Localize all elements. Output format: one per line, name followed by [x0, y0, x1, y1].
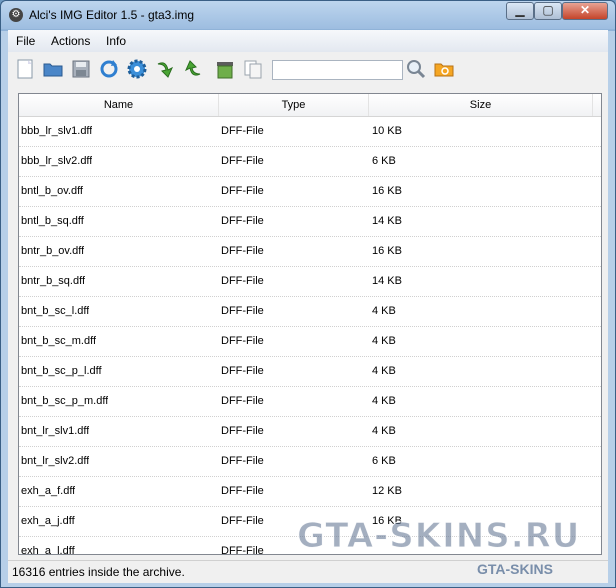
row-name: bnt_lr_slv2.dff: [21, 455, 90, 467]
list-row[interactable]: bntr_b_ov.dff DFF-File 16 KB: [19, 237, 601, 267]
refresh-icon[interactable]: [98, 58, 120, 80]
row-name: bntr_b_ov.dff: [21, 245, 85, 257]
row-type: DFF-File: [221, 275, 264, 287]
toolbar: [8, 52, 608, 86]
window-title: Alci's IMG Editor 1.5 - gta3.img: [29, 8, 195, 22]
row-name: bnt_b_sc_m.dff: [21, 335, 97, 347]
file-list[interactable]: Name Type Size bbb_lr_slv1.dff DFF-File 10…: [18, 93, 602, 555]
status-text: 16316 entries inside the archive.: [12, 565, 185, 579]
list-row[interactable]: bnt_b_sc_p_m.dff DFF-File 4 KB: [19, 387, 601, 417]
row-type: DFF-File: [221, 215, 264, 227]
list-row[interactable]: bnt_b_sc_l.dff DFF-File 4 KB: [19, 297, 601, 327]
list-row[interactable]: exh_a_f.dff DFF-File 12 KB: [19, 477, 601, 507]
row-name: bntl_b_sq.dff: [21, 215, 84, 227]
row-size: 4 KB: [372, 335, 396, 347]
row-size: 6 KB: [372, 455, 396, 467]
row-name: bnt_b_sc_p_m.dff: [21, 395, 109, 407]
column-header-size[interactable]: Size: [369, 94, 593, 116]
row-size: 6 KB: [372, 155, 396, 167]
row-size: 4 KB: [372, 365, 396, 377]
open-folder-icon[interactable]: [42, 58, 64, 80]
row-type: DFF-File: [221, 515, 264, 527]
save-icon[interactable]: [70, 58, 92, 80]
row-name: bnt_b_sc_p_l.dff: [21, 365, 102, 377]
list-row[interactable]: bbb_lr_slv2.dff DFF-File 6 KB: [19, 147, 601, 177]
row-type: DFF-File: [221, 365, 264, 377]
delete-bin-icon[interactable]: [214, 58, 236, 80]
row-name: bbb_lr_slv2.dff: [21, 155, 93, 167]
search-magnifier-icon[interactable]: [405, 58, 427, 80]
close-button[interactable]: ✕: [562, 2, 608, 20]
list-row[interactable]: bnt_b_sc_m.dff DFF-File 4 KB: [19, 327, 601, 357]
row-name: bntl_b_ov.dff: [21, 185, 83, 197]
list-row[interactable]: bntr_b_sq.dff DFF-File 14 KB: [19, 267, 601, 297]
find-folder-icon[interactable]: [433, 58, 455, 80]
row-size: 14 KB: [372, 275, 402, 287]
minimize-button[interactable]: ▁: [506, 2, 534, 20]
list-row[interactable]: bnt_b_sc_p_l.dff DFF-File 4 KB: [19, 357, 601, 387]
row-type: DFF-File: [221, 455, 264, 467]
row-name: bnt_b_sc_l.dff: [21, 305, 90, 317]
row-name: bbb_lr_slv1.dff: [21, 125, 93, 137]
export-arrow-icon[interactable]: [182, 58, 204, 80]
row-name: exh_a_j.dff: [21, 515, 75, 527]
row-type: DFF-File: [221, 125, 264, 137]
row-type: DFF-File: [221, 485, 264, 497]
search-input[interactable]: [272, 60, 403, 80]
import-arrow-icon[interactable]: [154, 58, 176, 80]
row-type: DFF-File: [221, 335, 264, 347]
app-window: ⚙ Alci's IMG Editor 1.5 - gta3.img ▁ ▢ ✕…: [0, 0, 616, 588]
menu-bar: File Actions Info: [8, 30, 608, 52]
list-row[interactable]: bbb_lr_slv1.dff DFF-File 10 KB: [19, 117, 601, 147]
row-type: DFF-File: [221, 305, 264, 317]
list-row[interactable]: bnt_lr_slv1.dff DFF-File 4 KB: [19, 417, 601, 447]
row-type: DFF-File: [221, 425, 264, 437]
row-size: 16 KB: [372, 245, 402, 257]
row-name: exh_a_f.dff: [21, 485, 76, 497]
list-header: Name Type Size: [19, 94, 601, 117]
watermark-logo: GTA-SKINS.RU: [296, 516, 581, 557]
row-size: 14 KB: [372, 215, 402, 227]
list-row[interactable]: bntl_b_sq.dff DFF-File 14 KB: [19, 207, 601, 237]
row-size: 4 KB: [372, 395, 396, 407]
watermark-sub: GTA-SKINS: [477, 561, 553, 577]
menu-actions[interactable]: Actions: [51, 34, 90, 48]
settings-gear-icon[interactable]: [126, 58, 148, 80]
row-size: 12 KB: [372, 485, 402, 497]
maximize-button[interactable]: ▢: [534, 2, 562, 20]
title-bar[interactable]: ⚙ Alci's IMG Editor 1.5 - gta3.img ▁ ▢ ✕: [1, 1, 615, 29]
client-area: File Actions Info Name Type Size bbb_lr_…: [8, 30, 608, 583]
new-file-icon[interactable]: [14, 58, 36, 80]
row-type: DFF-File: [221, 395, 264, 407]
row-name: bnt_lr_slv1.dff: [21, 425, 90, 437]
column-header-type[interactable]: Type: [219, 94, 369, 116]
row-type: DFF-File: [221, 155, 264, 167]
app-icon[interactable]: ⚙: [9, 8, 23, 22]
list-row[interactable]: bnt_lr_slv2.dff DFF-File 6 KB: [19, 447, 601, 477]
row-name: bntr_b_sq.dff: [21, 275, 86, 287]
row-size: 4 KB: [372, 425, 396, 437]
list-row[interactable]: bntl_b_ov.dff DFF-File 16 KB: [19, 177, 601, 207]
row-type: DFF-File: [221, 545, 264, 555]
copy-pages-icon[interactable]: [242, 58, 264, 80]
row-size: 10 KB: [372, 125, 402, 137]
menu-file[interactable]: File: [16, 34, 35, 48]
row-size: 4 KB: [372, 305, 396, 317]
row-type: DFF-File: [221, 245, 264, 257]
column-header-name[interactable]: Name: [19, 94, 219, 116]
row-name: exh_a_l.dff: [21, 545, 75, 555]
row-type: DFF-File: [221, 185, 264, 197]
row-size: 16 KB: [372, 185, 402, 197]
list-rows: bbb_lr_slv1.dff DFF-File 10 KB bbb_lr_slv2…: [19, 117, 601, 555]
menu-info[interactable]: Info: [106, 34, 126, 48]
